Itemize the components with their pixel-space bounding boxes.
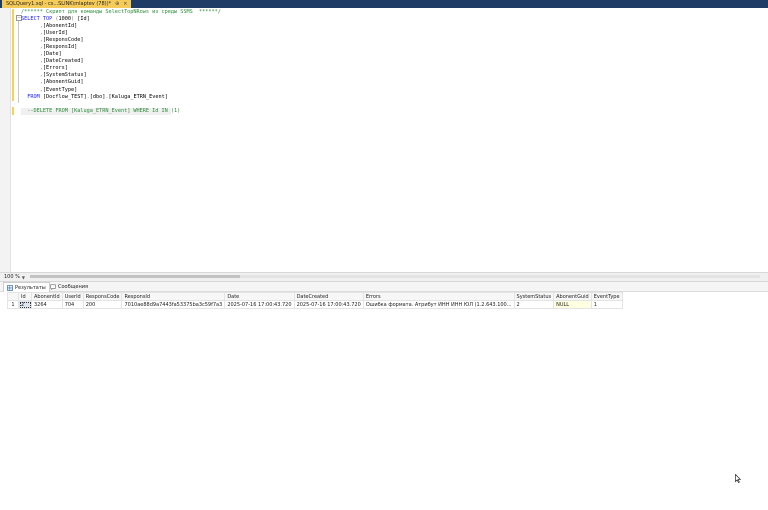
code-token: [Date] (42, 51, 62, 58)
code-token: [AbonentId] (42, 23, 78, 30)
fold-guide (18, 21, 19, 103)
code-line[interactable]: ,[AbonentId] (21, 23, 221, 30)
code-token: [Id] (74, 16, 90, 23)
code-token: /****** Скрипт для команды SelectTopNRow… (21, 9, 221, 15)
code-line[interactable]: FROM [Docflow_TEST].[dbo].[Kaluga_ETRN_E… (21, 94, 221, 101)
column-header-abonentid[interactable]: AbonentId (31, 292, 63, 301)
scrollbar-thumb[interactable] (30, 275, 240, 278)
change-indicator (12, 107, 14, 115)
table-row[interactable]: 1 2 3264 704 200 7010ae88d9a7443fa53375b… (7, 300, 623, 309)
results-tab-bar: Результаты Сообщения (0, 282, 768, 292)
code-line[interactable]: ,[DateCreated] (21, 58, 221, 65)
column-header-id[interactable]: Id (18, 292, 32, 301)
editor-gutter (0, 8, 11, 272)
editor-status-bar: 100 % ▼ (0, 272, 768, 282)
tab-results-label: Результаты (15, 284, 46, 291)
code-line[interactable]: ,[Errors] (21, 65, 221, 72)
tab-results[interactable]: Результаты (3, 282, 50, 292)
grid-icon (7, 284, 13, 291)
grid-cell[interactable]: 2 (18, 300, 32, 309)
grid-cell[interactable]: 3264 (31, 300, 63, 309)
code-line[interactable]: ,[UserId] (21, 30, 221, 37)
column-header-errors[interactable]: Errors (362, 292, 515, 301)
code-line[interactable]: ,[ResponsId] (21, 44, 221, 51)
code-line[interactable]: ,[Date] (21, 51, 221, 58)
code-line[interactable]: ,[AbonentGuid] (21, 79, 221, 86)
code-line[interactable]: --DELETE FROM [Kaluga_ETRN_Event] WHERE … (21, 107, 180, 115)
grid-cell[interactable]: NULL (553, 300, 592, 309)
code-token: [Kaluga_ETRN_Event] (108, 93, 168, 100)
tab-messages-label: Сообщения (58, 283, 89, 290)
results-grid: Id AbonentId UserId ResponsCode ResponsI… (7, 292, 623, 309)
grid-cell[interactable]: 2 (513, 300, 555, 309)
column-header-abonentguid[interactable]: AbonentGuid (553, 292, 592, 301)
column-header-responscode[interactable]: ResponsCode (82, 292, 123, 301)
code-token: [EventType] (42, 86, 78, 93)
column-header-date[interactable]: Date (224, 292, 295, 301)
document-tab[interactable]: SQLQuery1.sql - cs...SLINK\mlaptev (78))… (2, 0, 132, 8)
grid-cell[interactable]: 7010ae88d9a7443fa53375ba3c59f7a3 (121, 300, 226, 309)
code-token: --DELETE FROM [Kaluga_ETRN_Event] WHERE … (27, 107, 181, 114)
grid-header-row: Id AbonentId UserId ResponsCode ResponsI… (7, 292, 623, 301)
code-token: [Docflow_TEST] (39, 93, 87, 100)
message-icon (50, 284, 56, 290)
column-header-eventtype[interactable]: EventType (590, 292, 623, 301)
code-token: [SystemStatus] (42, 72, 87, 79)
code-line[interactable] (21, 101, 221, 108)
code-token: 1000 (58, 16, 71, 23)
grid-cell[interactable]: 1 (590, 300, 623, 309)
pin-icon[interactable]: ⊕ (115, 1, 119, 7)
column-header-datecreated[interactable]: DateCreated (293, 292, 364, 301)
code-token: SELECT TOP (21, 16, 53, 23)
change-indicator (12, 9, 14, 101)
grid-cell[interactable]: 2025-07-16 17:00:43.720 (224, 300, 295, 309)
tab-messages[interactable]: Сообщения (47, 282, 91, 291)
row-number[interactable]: 1 (7, 300, 19, 309)
code-token: [dbo] (89, 93, 106, 100)
mouse-cursor-icon (735, 474, 741, 483)
code-line[interactable]: ,[SystemStatus] (21, 72, 221, 79)
zoom-level: 100 % (4, 274, 20, 280)
horizontal-scrollbar[interactable] (30, 275, 760, 278)
document-tab-bar: SQLQuery1.sql - cs...SLINK\mlaptev (78))… (0, 0, 768, 8)
code-line[interactable]: ,[EventType] (21, 87, 221, 94)
grid-cell[interactable]: 2025-07-16 17:00:43.720 (293, 300, 364, 309)
column-header-userid[interactable]: UserId (61, 292, 84, 301)
code-token: [ResponsId] (42, 44, 78, 51)
query-editor[interactable]: − /****** Скрипт для команды SelectTopNR… (0, 8, 768, 272)
code-token: [AbonentGuid] (42, 79, 84, 86)
grid-cell[interactable]: Ошибка формата. Атрибут ИНН ИНН ЮЛ (1.2.… (362, 300, 515, 309)
tab-title: SQLQuery1.sql - cs...SLINK\mlaptev (78))… (6, 1, 112, 7)
code-token: [ResponsCode] (42, 37, 84, 44)
column-header-systemstatus[interactable]: SystemStatus (513, 292, 555, 301)
code-line[interactable]: SELECT TOP (1000) [Id] (21, 16, 221, 23)
code-line[interactable]: ,[ResponsCode] (21, 37, 221, 44)
code-token: [UserId] (42, 30, 68, 37)
code-token: [Errors] (42, 65, 68, 72)
zoom-dropdown[interactable]: 100 % ▼ (4, 274, 25, 280)
grid-cell[interactable]: 704 (61, 300, 84, 309)
row-number-header[interactable] (7, 292, 19, 301)
code-token: FROM (27, 93, 40, 100)
code-text[interactable]: /****** Скрипт для команды SelectTopNRow… (21, 9, 221, 115)
close-icon[interactable]: × (123, 1, 127, 7)
column-header-responsid[interactable]: ResponsId (121, 292, 226, 301)
grid-cell[interactable]: 200 (82, 300, 123, 309)
chevron-down-icon: ▼ (21, 274, 25, 280)
code-token: [DateCreated] (42, 58, 84, 65)
code-line[interactable]: /****** Скрипт для команды SelectTopNRow… (21, 9, 221, 16)
